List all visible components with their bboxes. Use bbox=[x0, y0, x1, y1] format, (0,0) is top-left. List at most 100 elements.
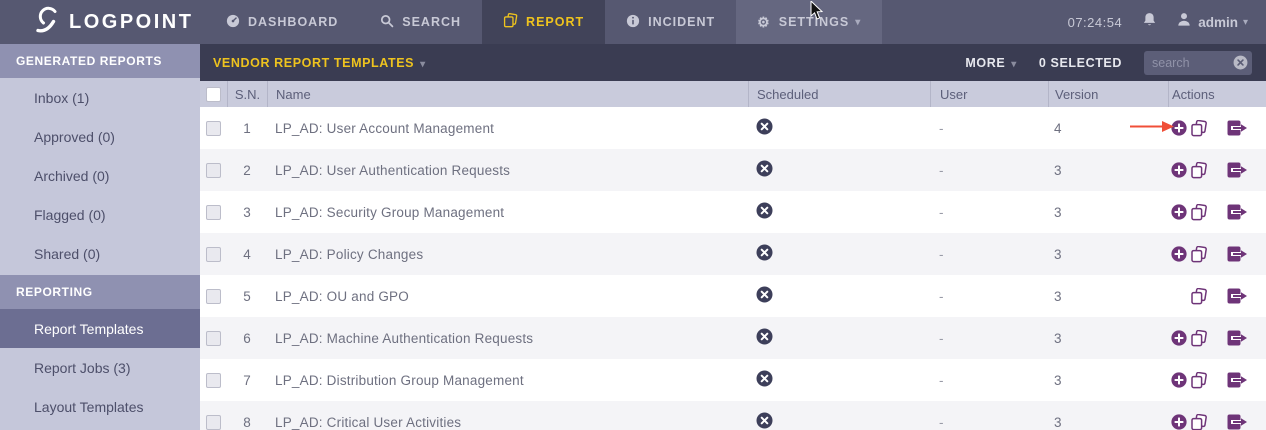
export-action-icon[interactable] bbox=[1227, 372, 1248, 388]
export-action-icon[interactable] bbox=[1227, 330, 1248, 346]
row-user: - bbox=[939, 372, 944, 388]
logo[interactable]: LOGPOINT bbox=[0, 0, 205, 44]
column-header-name[interactable]: Name bbox=[267, 81, 748, 107]
copy-action-icon[interactable] bbox=[1190, 203, 1208, 221]
add-action-icon[interactable] bbox=[1171, 162, 1187, 178]
table-row: 4 LP_AD: Policy Changes - 3 bbox=[200, 233, 1266, 275]
column-header-version[interactable]: Version bbox=[1048, 81, 1168, 107]
nav-item-label: INCIDENT bbox=[648, 15, 716, 29]
table-row: 8 LP_AD: Critical User Activities - 3 bbox=[200, 401, 1266, 430]
sidebar-item-inbox-1[interactable]: Inbox (1) bbox=[0, 78, 200, 117]
report-template-name[interactable]: LP_AD: User Authentication Requests bbox=[267, 149, 748, 191]
report-template-name[interactable]: LP_AD: Security Group Management bbox=[267, 191, 748, 233]
add-action-icon[interactable] bbox=[1171, 414, 1187, 430]
add-action-icon[interactable] bbox=[1171, 246, 1187, 262]
export-action-icon[interactable] bbox=[1227, 162, 1248, 178]
nav-item-dashboard[interactable]: DASHBOARD bbox=[205, 0, 359, 44]
export-action-icon[interactable] bbox=[1227, 204, 1248, 220]
report-template-name[interactable]: LP_AD: OU and GPO bbox=[267, 275, 748, 317]
column-header-scheduled[interactable]: Scheduled bbox=[748, 81, 930, 107]
logo-text: LOGPOINT bbox=[69, 10, 194, 33]
nav-item-incident[interactable]: INCIDENT bbox=[605, 0, 736, 44]
search-icon bbox=[380, 14, 394, 31]
table-row: 3 LP_AD: Security Group Management - 3 bbox=[200, 191, 1266, 233]
sidebar-item-report-jobs-3[interactable]: Report Jobs (3) bbox=[0, 348, 200, 387]
report-template-name[interactable]: LP_AD: Machine Authentication Requests bbox=[267, 317, 748, 359]
nav-item-settings[interactable]: ⚙ SETTINGS ▾ bbox=[736, 0, 883, 44]
row-checkbox[interactable] bbox=[206, 330, 221, 346]
report-template-name[interactable]: LP_AD: User Account Management bbox=[267, 107, 748, 149]
table-row: 5 LP_AD: OU and GPO - 3 bbox=[200, 275, 1266, 317]
top-nav: LOGPOINT DASHBOARD SEARCH REPORT INCIDEN… bbox=[0, 0, 1266, 44]
chevron-down-icon: ▾ bbox=[1011, 58, 1017, 70]
row-sn: 1 bbox=[243, 120, 251, 136]
column-header-user[interactable]: User bbox=[930, 81, 1048, 107]
column-header-actions[interactable]: Actions bbox=[1168, 81, 1266, 107]
more-dropdown[interactable]: MORE ▾ bbox=[965, 56, 1017, 70]
export-action-icon[interactable] bbox=[1227, 414, 1248, 430]
add-action-icon[interactable] bbox=[1171, 330, 1187, 346]
row-checkbox[interactable] bbox=[206, 414, 221, 430]
add-action-icon[interactable] bbox=[1171, 372, 1187, 388]
copy-action-icon[interactable] bbox=[1190, 245, 1208, 263]
report-template-name[interactable]: LP_AD: Distribution Group Management bbox=[267, 359, 748, 401]
row-sn: 4 bbox=[243, 246, 251, 262]
row-actions bbox=[1168, 317, 1266, 359]
row-version: 3 bbox=[1054, 246, 1062, 262]
selected-count: 0 SELECTED bbox=[1038, 55, 1122, 70]
table-header: S.N. Name Scheduled User Version Actions bbox=[200, 81, 1266, 107]
sidebar-item-report-templates[interactable]: Report Templates bbox=[0, 309, 200, 348]
not-scheduled-icon bbox=[756, 118, 773, 138]
row-checkbox[interactable] bbox=[206, 120, 221, 136]
row-version: 3 bbox=[1054, 372, 1062, 388]
row-actions bbox=[1168, 359, 1266, 401]
bell-icon[interactable] bbox=[1142, 12, 1157, 33]
clear-search-icon[interactable] bbox=[1233, 55, 1248, 70]
report-template-name[interactable]: LP_AD: Critical User Activities bbox=[267, 401, 748, 430]
row-checkbox[interactable] bbox=[206, 246, 221, 262]
sidebar-item-layout-templates[interactable]: Layout Templates bbox=[0, 387, 200, 426]
row-checkbox[interactable] bbox=[206, 288, 221, 304]
row-checkbox[interactable] bbox=[206, 162, 221, 178]
red-arrow-annotation bbox=[1130, 121, 1174, 136]
copy-action-icon[interactable] bbox=[1190, 119, 1208, 137]
vendor-report-templates-dropdown[interactable]: VENDOR REPORT TEMPLATES ▾ bbox=[213, 56, 426, 70]
sidebar-item-shared-0[interactable]: Shared (0) bbox=[0, 234, 200, 273]
search-input[interactable] bbox=[1152, 55, 1233, 70]
add-action-icon[interactable] bbox=[1171, 204, 1187, 220]
report-template-name[interactable]: LP_AD: Policy Changes bbox=[267, 233, 748, 275]
sidebar-item-archived-0[interactable]: Archived (0) bbox=[0, 156, 200, 195]
chevron-down-icon: ▾ bbox=[420, 58, 426, 70]
copy-action-icon[interactable] bbox=[1190, 413, 1208, 430]
nav-item-label: DASHBOARD bbox=[248, 15, 339, 29]
user-menu[interactable]: admin ▾ bbox=[1177, 12, 1248, 32]
select-all-checkbox[interactable] bbox=[206, 86, 221, 102]
copy-action-icon[interactable] bbox=[1190, 329, 1208, 347]
row-version: 3 bbox=[1054, 204, 1062, 220]
copy-action-icon[interactable] bbox=[1190, 371, 1208, 389]
row-user: - bbox=[939, 288, 944, 304]
table-row: 1 LP_AD: User Account Management -4 bbox=[200, 107, 1266, 149]
nav-item-label: REPORT bbox=[526, 15, 585, 29]
row-checkbox[interactable] bbox=[206, 204, 221, 220]
export-action-icon[interactable] bbox=[1227, 246, 1248, 262]
nav-item-report[interactable]: REPORT bbox=[482, 0, 606, 44]
copy-action-icon[interactable] bbox=[1190, 287, 1208, 305]
nav-item-search[interactable]: SEARCH bbox=[359, 0, 482, 44]
sidebar-item-approved-0[interactable]: Approved (0) bbox=[0, 117, 200, 156]
sidebar-section-generated-reports: GENERATED REPORTS bbox=[0, 44, 200, 78]
row-version: 3 bbox=[1054, 162, 1062, 178]
export-action-icon[interactable] bbox=[1227, 120, 1248, 136]
row-sn: 2 bbox=[243, 162, 251, 178]
export-action-icon[interactable] bbox=[1227, 288, 1248, 304]
row-user: - bbox=[939, 162, 944, 178]
row-sn: 5 bbox=[243, 288, 251, 304]
row-user: - bbox=[939, 414, 944, 430]
toolbar-title: VENDOR REPORT TEMPLATES bbox=[213, 55, 415, 70]
sidebar-item-flagged-0[interactable]: Flagged (0) bbox=[0, 195, 200, 234]
row-user: - bbox=[939, 204, 944, 220]
row-checkbox[interactable] bbox=[206, 372, 221, 388]
column-header-sn[interactable]: S.N. bbox=[227, 81, 267, 107]
row-actions bbox=[1168, 275, 1266, 317]
copy-action-icon[interactable] bbox=[1190, 161, 1208, 179]
